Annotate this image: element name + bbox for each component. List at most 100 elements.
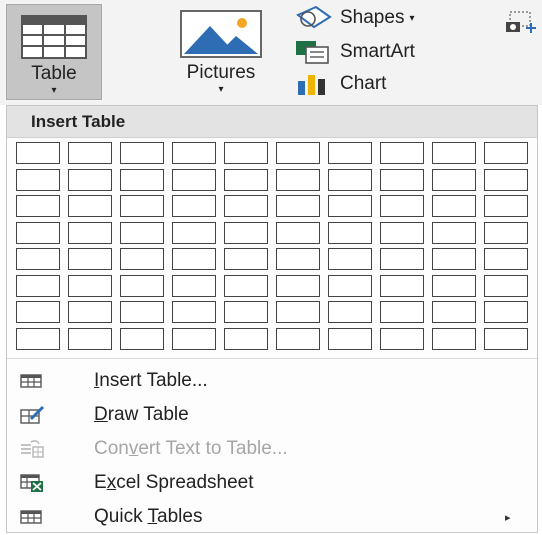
- grid-cell[interactable]: [120, 248, 164, 270]
- shapes-button[interactable]: Shapes ▾: [294, 4, 414, 32]
- grid-cell[interactable]: [224, 248, 268, 270]
- grid-cell[interactable]: [224, 274, 268, 297]
- draw-table-menu-item[interactable]: Draw Table: [7, 398, 537, 432]
- grid-cell[interactable]: [120, 142, 164, 164]
- pictures-button[interactable]: Pictures ▾: [160, 4, 282, 100]
- grid-cell[interactable]: [484, 248, 528, 270]
- grid-cell[interactable]: [276, 142, 320, 164]
- grid-cell[interactable]: [68, 327, 112, 350]
- grid-cell[interactable]: [120, 301, 164, 323]
- grid-cell[interactable]: [276, 301, 320, 323]
- convert-text-menu-item[interactable]: Convert Text to Table...: [7, 432, 537, 466]
- grid-cell[interactable]: [172, 221, 216, 244]
- grid-cell[interactable]: [120, 274, 164, 297]
- grid-cell[interactable]: [276, 274, 320, 297]
- grid-cell[interactable]: [432, 248, 476, 270]
- grid-cell[interactable]: [484, 142, 528, 164]
- screenshot-icon[interactable]: [504, 10, 538, 41]
- grid-cell[interactable]: [16, 142, 60, 164]
- grid-cell[interactable]: [172, 274, 216, 297]
- grid-cell[interactable]: [68, 221, 112, 244]
- grid-cell[interactable]: [484, 274, 528, 297]
- grid-cell[interactable]: [172, 327, 216, 350]
- grid-cell[interactable]: [68, 274, 112, 297]
- grid-cell[interactable]: [432, 274, 476, 297]
- grid-cell[interactable]: [484, 221, 528, 244]
- grid-cell[interactable]: [224, 195, 268, 217]
- chart-button[interactable]: Chart: [294, 70, 386, 98]
- grid-cell[interactable]: [224, 221, 268, 244]
- grid-cell[interactable]: [68, 248, 112, 270]
- grid-cell[interactable]: [328, 327, 372, 350]
- grid-cell[interactable]: [224, 301, 268, 323]
- grid-cell[interactable]: [16, 327, 60, 350]
- grid-cell[interactable]: [380, 248, 424, 270]
- grid-cell[interactable]: [328, 168, 372, 191]
- table-button[interactable]: Table ▾: [6, 4, 102, 100]
- grid-cell[interactable]: [432, 301, 476, 323]
- grid-cell[interactable]: [172, 195, 216, 217]
- grid-cell[interactable]: [328, 274, 372, 297]
- grid-cell[interactable]: [224, 142, 268, 164]
- excel-spreadsheet-label: Excel Spreadsheet: [94, 472, 254, 493]
- excel-spreadsheet-menu-item[interactable]: Excel Spreadsheet: [7, 466, 537, 500]
- grid-cell[interactable]: [172, 301, 216, 323]
- grid-cell[interactable]: [16, 221, 60, 244]
- insert-table-menu-item[interactable]: Insert Table...: [7, 364, 537, 398]
- grid-cell[interactable]: [432, 195, 476, 217]
- grid-cell[interactable]: [120, 168, 164, 191]
- grid-cell[interactable]: [16, 195, 60, 217]
- quick-tables-menu-item[interactable]: Quick Tables ▸: [7, 500, 537, 534]
- grid-cell[interactable]: [432, 168, 476, 191]
- grid-cell[interactable]: [432, 327, 476, 350]
- table-size-grid[interactable]: [16, 142, 536, 354]
- grid-cell[interactable]: [120, 195, 164, 217]
- grid-cell[interactable]: [276, 168, 320, 191]
- grid-cell[interactable]: [380, 301, 424, 323]
- grid-cell[interactable]: [432, 221, 476, 244]
- grid-cell[interactable]: [16, 168, 60, 191]
- grid-cell[interactable]: [68, 301, 112, 323]
- grid-cell[interactable]: [120, 327, 164, 350]
- grid-cell[interactable]: [328, 301, 372, 323]
- grid-cell[interactable]: [380, 221, 424, 244]
- grid-cell[interactable]: [432, 142, 476, 164]
- grid-cell[interactable]: [120, 221, 164, 244]
- insert-table-dropdown: Insert Table Insert Table... Draw Table: [6, 105, 538, 533]
- grid-cell[interactable]: [276, 195, 320, 217]
- smartart-label: SmartArt: [340, 41, 415, 62]
- grid-cell[interactable]: [484, 301, 528, 323]
- grid-cell[interactable]: [484, 195, 528, 217]
- grid-cell[interactable]: [484, 168, 528, 191]
- smartart-icon: [296, 41, 329, 64]
- smartart-button[interactable]: SmartArt: [294, 38, 415, 66]
- grid-cell[interactable]: [380, 327, 424, 350]
- insert-table-header: Insert Table: [7, 106, 537, 138]
- grid-cell[interactable]: [276, 327, 320, 350]
- grid-cell[interactable]: [328, 195, 372, 217]
- grid-cell[interactable]: [484, 327, 528, 350]
- grid-cell[interactable]: [276, 221, 320, 244]
- grid-cell[interactable]: [276, 248, 320, 270]
- grid-cell[interactable]: [380, 168, 424, 191]
- grid-cell[interactable]: [328, 142, 372, 164]
- grid-cell[interactable]: [224, 168, 268, 191]
- draw-table-icon: [19, 405, 45, 425]
- convert-text-icon: [19, 439, 45, 459]
- grid-cell[interactable]: [68, 142, 112, 164]
- grid-cell[interactable]: [172, 142, 216, 164]
- grid-cell[interactable]: [328, 221, 372, 244]
- grid-cell[interactable]: [172, 248, 216, 270]
- grid-cell[interactable]: [16, 274, 60, 297]
- grid-cell[interactable]: [16, 248, 60, 270]
- shapes-icon: [296, 5, 332, 29]
- grid-cell[interactable]: [16, 301, 60, 323]
- grid-cell[interactable]: [380, 142, 424, 164]
- grid-cell[interactable]: [172, 168, 216, 191]
- grid-cell[interactable]: [68, 195, 112, 217]
- grid-cell[interactable]: [328, 248, 372, 270]
- grid-cell[interactable]: [380, 274, 424, 297]
- grid-cell[interactable]: [68, 168, 112, 191]
- grid-cell[interactable]: [380, 195, 424, 217]
- grid-cell[interactable]: [224, 327, 268, 350]
